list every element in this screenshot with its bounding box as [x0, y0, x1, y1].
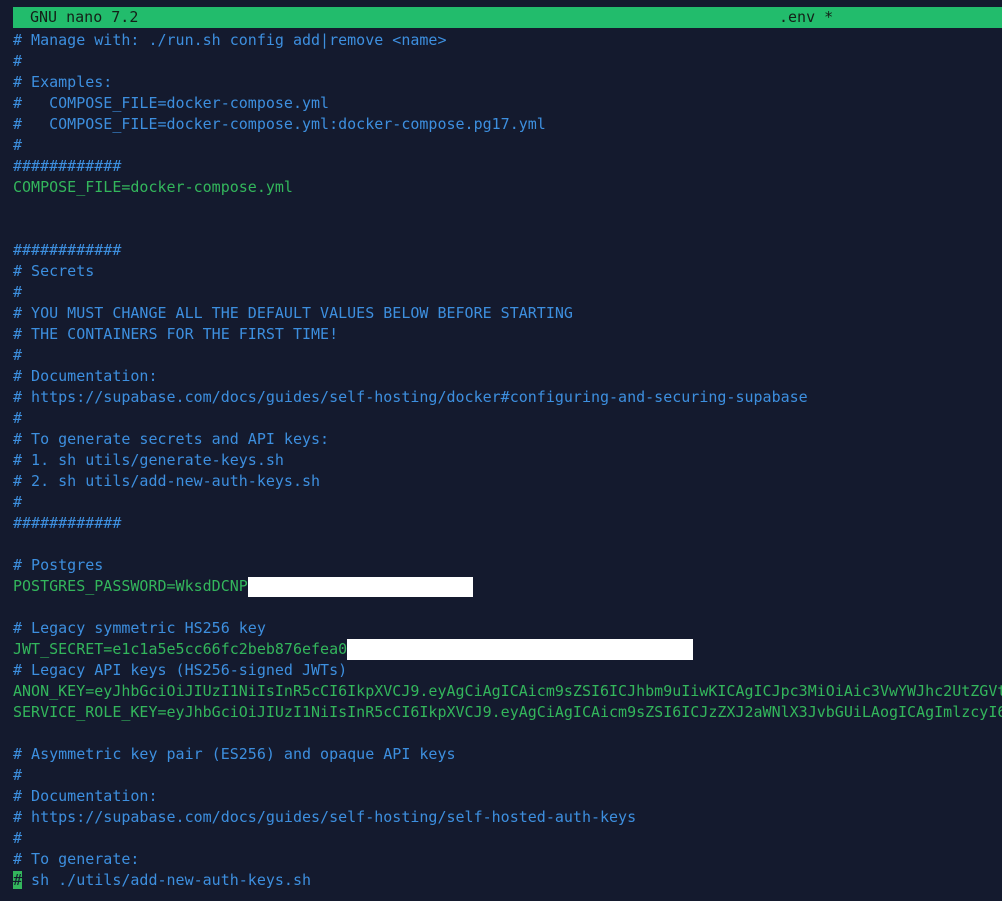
editor-file-name: .env * — [779, 8, 834, 26]
text-line[interactable] — [13, 198, 1002, 219]
jwt-secret-text: JWT_SECRET=e1c1a5e5cc66fc2beb876efea0a — [13, 640, 357, 658]
text-line[interactable]: # https://supabase.com/docs/guides/self-… — [13, 807, 1002, 828]
text-line[interactable]: COMPOSE_FILE=docker-compose.yml — [13, 177, 1002, 198]
text-line-jwt-secret[interactable]: JWT_SECRET=e1c1a5e5cc66fc2beb876efea0a — [13, 639, 1002, 660]
text-line[interactable]: # — [13, 282, 1002, 303]
text-line[interactable]: # — [13, 408, 1002, 429]
text-line[interactable]: # — [13, 828, 1002, 849]
text-line[interactable]: # Manage with: ./run.sh config add|remov… — [13, 30, 1002, 51]
redaction-box — [247, 577, 473, 597]
text-line[interactable] — [13, 597, 1002, 618]
text-line[interactable]: # — [13, 765, 1002, 786]
text-line[interactable]: # 2. sh utils/add-new-auth-keys.sh — [13, 471, 1002, 492]
text-line[interactable]: # To generate: — [13, 849, 1002, 870]
cursor-line-text: sh ./utils/add-new-auth-keys.sh — [22, 871, 312, 889]
text-line[interactable]: ANON_KEY=eyJhbGciOiJIUzI1NiIsInR5cCI6Ikp… — [13, 681, 1002, 702]
text-line[interactable]: # THE CONTAINERS FOR THE FIRST TIME! — [13, 324, 1002, 345]
text-line[interactable]: # — [13, 492, 1002, 513]
text-line[interactable] — [13, 534, 1002, 555]
text-line[interactable]: ############ — [13, 156, 1002, 177]
text-line[interactable] — [13, 219, 1002, 240]
text-line[interactable] — [13, 723, 1002, 744]
text-line[interactable]: # COMPOSE_FILE=docker-compose.yml — [13, 93, 1002, 114]
text-line[interactable]: # — [13, 345, 1002, 366]
text-line[interactable]: # Legacy symmetric HS256 key — [13, 618, 1002, 639]
text-line[interactable]: # Postgres — [13, 555, 1002, 576]
text-line[interactable]: # — [13, 135, 1002, 156]
text-line[interactable]: # 1. sh utils/generate-keys.sh — [13, 450, 1002, 471]
text-line[interactable]: # Asymmetric key pair (ES256) and opaque… — [13, 744, 1002, 765]
text-line[interactable]: # — [13, 51, 1002, 72]
text-line[interactable]: # COMPOSE_FILE=docker-compose.yml:docker… — [13, 114, 1002, 135]
text-line[interactable]: # Documentation: — [13, 366, 1002, 387]
text-buffer[interactable]: # Manage with: ./run.sh config add|remov… — [13, 30, 1002, 891]
text-line[interactable]: # YOU MUST CHANGE ALL THE DEFAULT VALUES… — [13, 303, 1002, 324]
text-line[interactable]: SERVICE_ROLE_KEY=eyJhbGciOiJIUzI1NiIsInR… — [13, 702, 1002, 723]
postgres-password-text: POSTGRES_PASSWORD=WksdDCNPI — [13, 577, 257, 595]
text-line[interactable]: # Documentation: — [13, 786, 1002, 807]
redaction-box — [347, 639, 694, 660]
editor-app-name: GNU nano 7.2 — [30, 8, 139, 26]
text-line[interactable]: # To generate secrets and API keys: — [13, 429, 1002, 450]
text-line[interactable]: ############ — [13, 513, 1002, 534]
text-line[interactable]: # Legacy API keys (HS256-signed JWTs) — [13, 660, 1002, 681]
text-line-cursor[interactable]: # sh ./utils/add-new-auth-keys.sh — [13, 870, 1002, 891]
text-line[interactable]: ############ — [13, 240, 1002, 261]
text-line[interactable]: # Secrets — [13, 261, 1002, 282]
text-line[interactable]: # Examples: — [13, 72, 1002, 93]
text-cursor: # — [13, 871, 23, 889]
text-line-postgres-password[interactable]: POSTGRES_PASSWORD=WksdDCNPI — [13, 576, 1002, 597]
nano-title-bar: GNU nano 7.2 .env * — [13, 7, 1002, 28]
text-line[interactable]: # https://supabase.com/docs/guides/self-… — [13, 387, 1002, 408]
